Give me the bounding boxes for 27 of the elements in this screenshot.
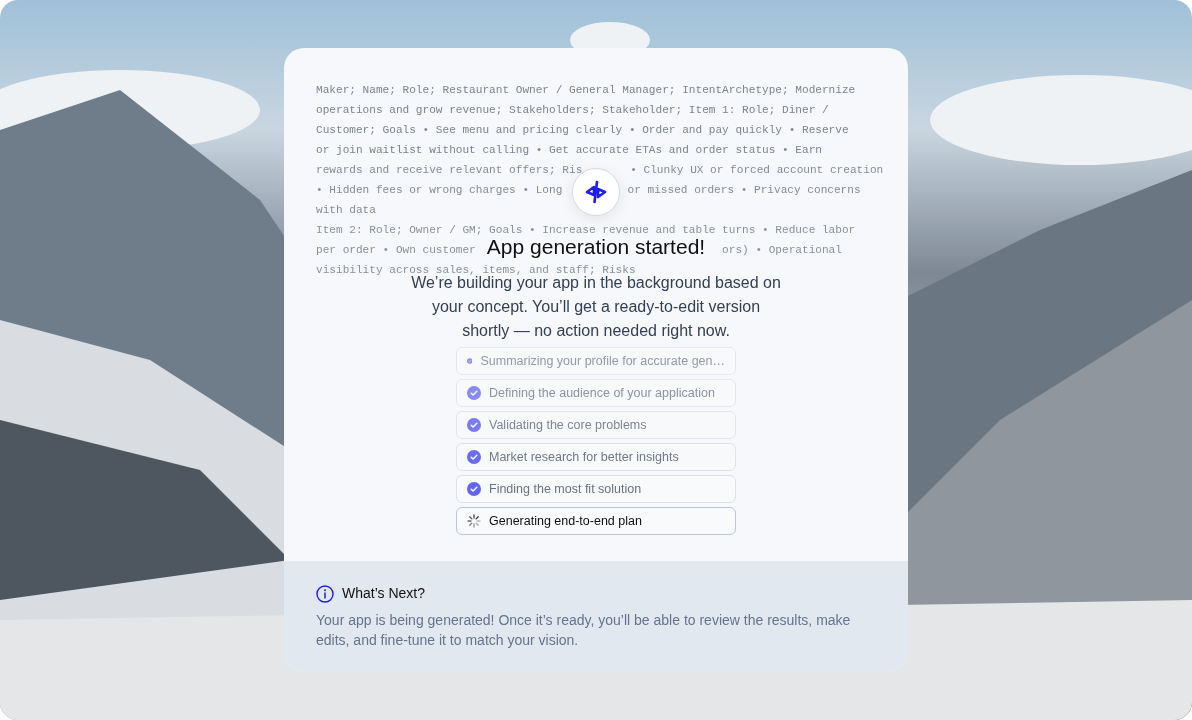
- background-text: operations and grow revenue; Stakeholders; Stakeholder; Item 1: Role; Diner /: [316, 103, 829, 118]
- subtitle: We’re building your app in the background based on your concept. You’ll get a ready-to-edit version shortly — no action needed right now.: [411, 274, 781, 341]
- check-icon: [467, 418, 481, 432]
- section-text: Your app is being generated! Once it’s ready, you’ll be able to review the results, make edits, and fine-tune it to match your vision.: [316, 611, 852, 650]
- background-text: or join waitlist without calling • Get accurate ETAs and order status • Earn: [316, 143, 822, 158]
- check-icon: [467, 450, 481, 464]
- background-text: visibility across sales, items, and staff; Risks: [316, 263, 636, 276]
- background-text: ors) • Operational: [722, 243, 842, 258]
- check-icon: [467, 482, 481, 496]
- background-text: or missed orders • Privacy concerns: [627, 183, 861, 198]
- background-text: rewards and receive relevant offers; Ris: [316, 163, 583, 178]
- progress-step: Validating the core problems: [456, 411, 736, 439]
- info-icon: [316, 584, 334, 603]
- background-text: with data: [316, 203, 376, 218]
- progress-step: Generating end-to-end plan: [456, 507, 736, 535]
- background-text: Customer; Goals • See menu and pricing clearly • Order and pay quickly • Reserve: [316, 123, 849, 138]
- check-icon: [467, 386, 481, 400]
- progress-step: Summarizing your profile for accurate gen…: [456, 347, 736, 375]
- spinner-icon: [467, 514, 481, 528]
- progress-step: Defining the audience of your application: [456, 379, 736, 407]
- background-text: Maker; Name; Role; Restaurant Owner / General Manager; IntentArchetype; Modernize: [316, 83, 856, 98]
- background-text: per order • Own customer: [316, 243, 476, 258]
- section-heading: What’s Next?: [342, 584, 425, 603]
- progress-step: Finding the most fit solution: [456, 475, 736, 503]
- background-text: • Clunky UX or forced account creation: [630, 163, 884, 178]
- background-text: • Hidden fees or wrong charges • Long: [316, 183, 563, 198]
- progress-step: Market research for better insights: [456, 443, 736, 471]
